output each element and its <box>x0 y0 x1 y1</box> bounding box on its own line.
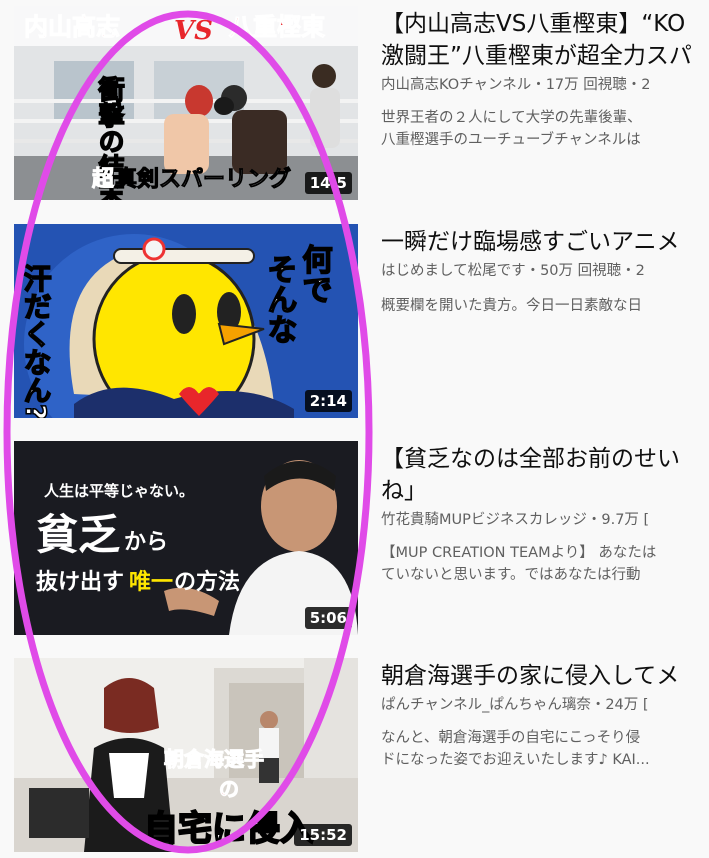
thumb-text-big: 貧乏 <box>36 510 120 559</box>
video-title[interactable]: 朝倉海選手の家に侵入してメ <box>381 660 709 692</box>
thumb-text-line3c: の方法 <box>174 569 240 595</box>
video-description: なんと、朝倉海選手の自宅にこっそり侵 <box>381 730 641 746</box>
thumb-text-vs: VS <box>174 16 213 46</box>
thumbnail-image: 朝倉海選手 の 自宅に侵入 <box>14 658 358 852</box>
thumb-text-line1: 人生は平等じゃない。 <box>44 482 194 500</box>
video-duration: 14:5 <box>304 172 352 194</box>
video-feed: 内山高志 VS 八重樫東 衝撃の結末 超 真剣スパーリング 14:5 【内山高志… <box>0 0 709 858</box>
video-title-line2[interactable]: ね」 <box>381 475 709 507</box>
video-duration: 5:06 <box>304 607 352 629</box>
video-meta: 一瞬だけ臨場感すごいアニメ はじめまして松尾です・50万 回視聴・2 概要欄を開… <box>381 226 709 317</box>
thumb-text-line3a: 抜け出す <box>36 570 124 595</box>
thumb-text-right: 八重樫東 <box>229 13 325 41</box>
thumb-text-big: 自宅に侵入 <box>144 809 314 849</box>
video-title[interactable]: 一瞬だけ臨場感すごいアニメ <box>381 226 709 258</box>
video-item[interactable]: 朝倉海選手 の 自宅に侵入 15:52 朝倉海選手の家に侵入してメ ぱんチャンネ… <box>0 652 709 858</box>
thumb-text-bottom: 真剣スパーリング <box>115 166 291 192</box>
video-duration: 15:52 <box>294 824 352 846</box>
video-duration: 2:14 <box>304 390 352 412</box>
thumb-text-small: から <box>124 530 168 555</box>
video-item[interactable]: 内山高志 VS 八重樫東 衝撃の結末 超 真剣スパーリング 14:5 【内山高志… <box>0 0 709 210</box>
thumb-text-left: 汗だくなん? <box>20 264 53 418</box>
thumbnail-image: 人生は平等じゃない。 貧乏 から 抜け出す 唯一 の方法 <box>14 441 358 635</box>
video-thumbnail[interactable]: 内山高志 VS 八重樫東 衝撃の結末 超 真剣スパーリング 14:5 <box>14 6 358 200</box>
channel-meta[interactable]: はじめまして松尾です・50万 回視聴・2 <box>381 261 709 281</box>
channel-meta[interactable]: 内山高志KOチャンネル・17万 回視聴・2 <box>381 75 709 95</box>
video-title[interactable]: 【貧乏なのは全部お前のせい <box>381 443 709 475</box>
video-thumbnail[interactable]: 朝倉海選手 の 自宅に侵入 15:52 <box>14 658 358 852</box>
video-description-line2: ドになった姿でお迎えいたします♪ KAI... <box>381 752 650 768</box>
video-title-line2[interactable]: 激闘王”八重樫東が超全力スパ <box>381 40 709 72</box>
thumb-text-small: 朝倉海選手 <box>164 747 264 771</box>
video-thumbnail[interactable]: 何で そんな 汗だくなん? 2:14 <box>14 224 358 418</box>
video-meta: 【内山高志VS八重樫東】“KO 激闘王”八重樫東が超全力スパ 内山高志KOチャン… <box>381 8 709 151</box>
video-meta: 朝倉海選手の家に侵入してメ ぱんチャンネル_ぱんちゃん璃奈・24万 [ なんと、… <box>381 660 709 771</box>
video-thumbnail[interactable]: 人生は平等じゃない。 貧乏 から 抜け出す 唯一 の方法 5:06 <box>14 441 358 635</box>
video-item[interactable]: 何で そんな 汗だくなん? 2:14 一瞬だけ臨場感すごいアニメ はじめまして松… <box>0 218 709 428</box>
thumb-text-right-2: そんな <box>262 254 297 344</box>
video-description: 【MUP CREATION TEAMより】 あなたは <box>381 545 657 561</box>
video-description-line2: ていないと思います。ではあなたは行動 <box>381 567 641 583</box>
channel-meta[interactable]: ぱんチャンネル_ぱんちゃん璃奈・24万 [ <box>381 695 709 715</box>
video-description: 概要欄を開いた貴方。今日一日素敵な日 <box>381 298 642 314</box>
video-meta: 【貧乏なのは全部お前のせい ね」 竹花貴騎MUPビジネスカレッジ・9.7万 [ … <box>381 443 709 586</box>
thumb-text-of: の <box>219 777 239 801</box>
thumbnail-image: 内山高志 VS 八重樫東 衝撃の結末 超 真剣スパーリング <box>14 6 358 200</box>
channel-meta[interactable]: 竹花貴騎MUPビジネスカレッジ・9.7万 [ <box>381 510 709 530</box>
video-title[interactable]: 【内山高志VS八重樫東】“KO <box>381 8 709 40</box>
video-description-line2: 八重樫選手のユーチューブチャンネルは <box>381 132 641 148</box>
thumb-text-line3b: 唯一 <box>129 570 173 595</box>
thumb-text-left: 内山高志 <box>24 13 120 41</box>
thumb-text-bottom-prefix: 超 <box>92 167 115 192</box>
thumbnail-image: 何で そんな 汗だくなん? <box>14 224 358 418</box>
thumb-text-right-1: 何で <box>297 244 333 304</box>
video-item[interactable]: 人生は平等じゃない。 貧乏 から 抜け出す 唯一 の方法 5:06 【貧乏なのは… <box>0 435 709 645</box>
video-description: 世界王者の２人にして大学の先輩後輩、 <box>381 110 642 126</box>
